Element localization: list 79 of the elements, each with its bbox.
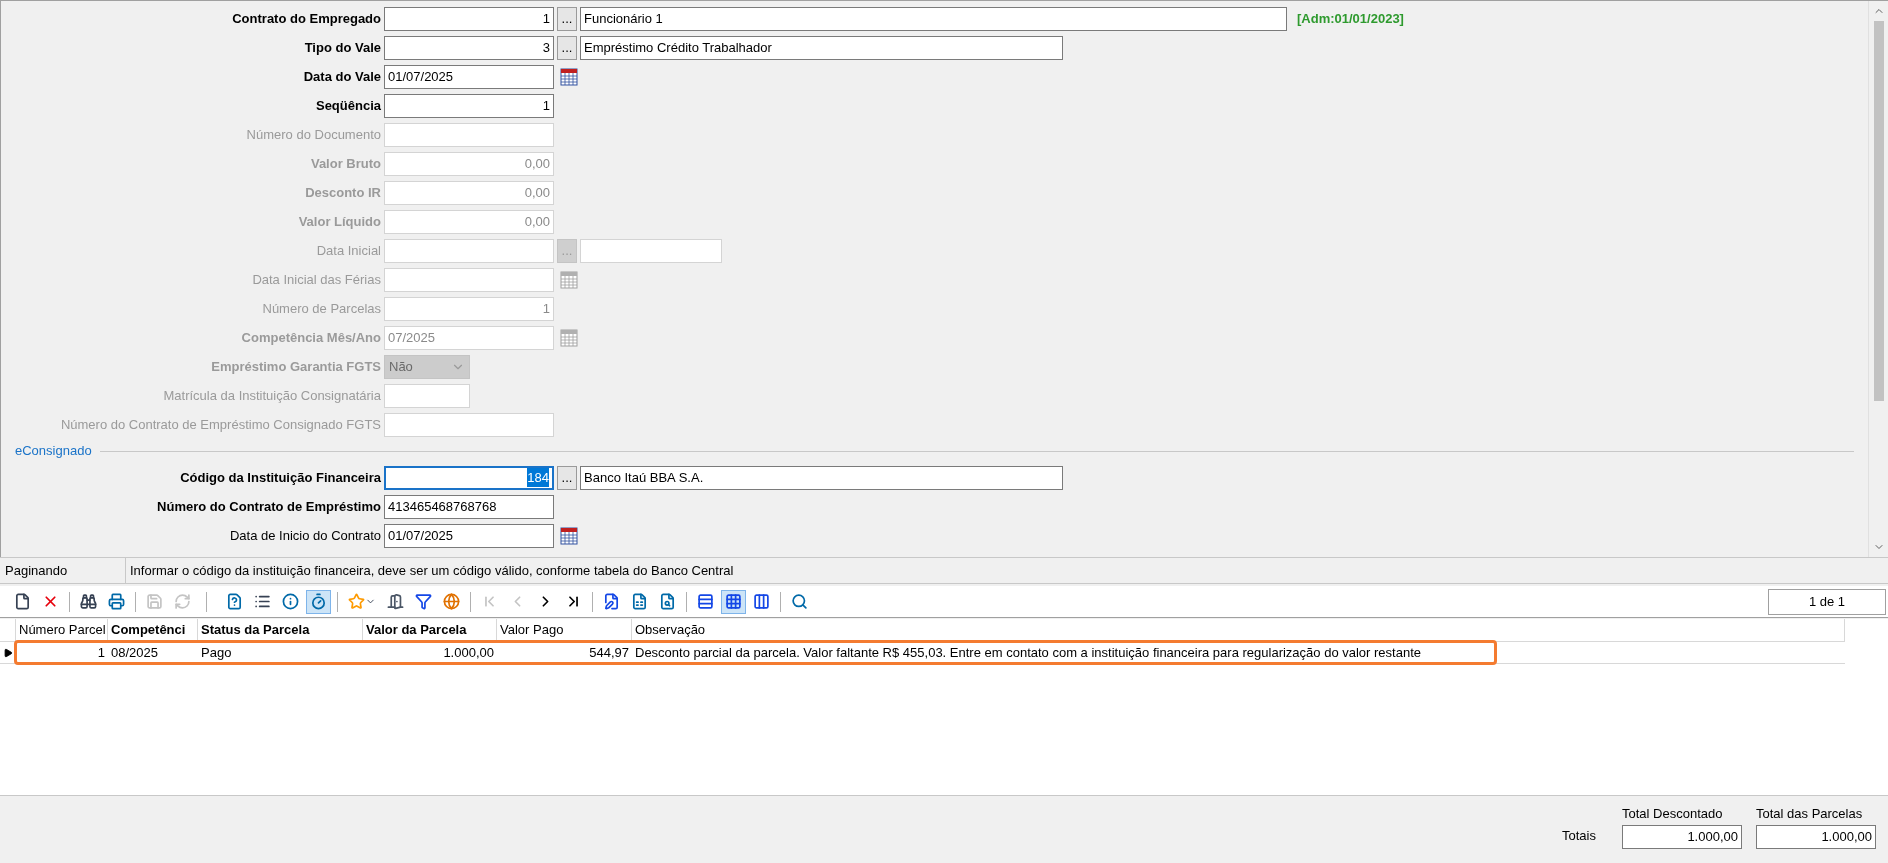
delete-icon [42,593,59,610]
toolbar-button[interactable] [721,589,746,614]
lookup-button[interactable]: ... [557,35,577,60]
table-cell-text: 1.000,00 [442,643,495,662]
calendar-icon[interactable] [560,67,578,86]
input-field[interactable]: 3 [384,35,554,60]
column-header[interactable]: Valor da Parcela [363,619,497,641]
status-mode: Paginando [0,558,126,583]
door-icon [387,593,404,610]
input-field[interactable]: 184 [384,465,554,490]
timer-icon [310,593,327,610]
field-label: Número do Contrato de Empréstimo [156,497,382,516]
column-header[interactable]: Número Parcel [16,619,108,641]
current-row-icon [2,647,13,658]
input-field[interactable]: 01/07/2025 [384,523,554,548]
grid-icon [725,593,742,610]
page-indicator: 1 de 1 [1768,588,1886,615]
field-label: Desconto IR [304,183,382,202]
globe-icon [443,593,460,610]
field-label: Matrícula da Instituição Consignatária [162,386,382,405]
total-field: 1.000,00 [1622,825,1742,849]
field-label: Data do Vale [302,67,382,86]
field-label: Empréstimo Garantia FGTS [210,357,382,376]
input-field[interactable]: 1 [384,6,554,31]
status-hint: Informar o código da instituição financeira, deve ser um código válido, conforme tabela do Banco Central [129,561,734,580]
field-label: Número do Contrato de Empréstimo Consignado FGTS [59,415,382,434]
totals-label: Totais [1562,826,1596,845]
section-title: eConsignado [15,442,92,461]
grid-columns-icon [753,593,770,610]
column-header[interactable]: Status da Parcela [198,619,363,641]
input-field[interactable]: 01/07/2025 [384,64,554,89]
admission-date-note: [Adm:01/01/2023] [1297,9,1404,28]
field-label: Valor Líquido [297,212,382,231]
total-label: Total das Parcelas [1756,804,1864,823]
total-label: Total Descontado [1622,804,1724,823]
printer-icon [108,593,125,610]
field-label: Código da Instituição Financeira [179,468,382,487]
total-field: 1.000,00 [1756,825,1876,849]
table-cell-text: Pago [200,643,233,662]
input-field[interactable]: 1 [384,93,554,118]
report-icon [631,593,648,610]
list-icon [254,593,271,610]
table-cell-text: 544,97 [588,643,630,662]
description-field: Funcionário 1 [580,6,1287,31]
table-row[interactable]: 1 08/2025 Pago 1.000,00 544,97 Desconto parcial da parcela. Valor faltante R$ 455,03. Entre em contato com a instituição financeira para regularização do valor restante [16,642,1495,663]
field-label: Data Inicial das Férias [251,270,382,289]
field-label: Data Inicial [315,241,382,260]
table-cell-text: Desconto parcial da parcela. Valor faltante R$ 455,03. Entre em contato com a instituição financeira para regularização do valor restante [634,643,1422,662]
filter-icon [415,593,432,610]
field-label: Número do Documento [245,125,382,144]
input-field[interactable]: 413465468768768 [384,494,554,519]
new-file-icon [14,593,31,610]
calendar-icon[interactable] [560,526,578,545]
report-search-icon [659,593,676,610]
field-label: Seqüência [314,96,382,115]
grid-rows-icon [697,593,714,610]
help-icon [226,593,243,610]
column-header[interactable]: Observação [632,619,1845,641]
preview-icon [791,593,808,610]
lookup-button[interactable]: ... [557,465,577,490]
description-field: Banco Itaú BBA S.A. [580,465,1063,490]
field-label: Tipo do Vale [303,38,382,57]
field-label: Competência Mês/Ano [240,328,382,347]
field-label: Valor Bruto [309,154,382,173]
column-header[interactable]: Competênci [108,619,198,641]
table-cell-text: 1 [96,643,106,662]
field-label: Contrato do Empregado [231,9,382,28]
lookup-button[interactable]: ... [557,6,577,31]
binoculars-icon [80,593,97,610]
info-icon [282,593,299,610]
save-icon [146,593,163,610]
description-field: Empréstimo Crédito Trabalhador [580,35,1063,60]
edit-icon [603,593,620,610]
field-label: Data de Inicio do Contrato [228,526,382,545]
refresh-icon [174,593,191,610]
star-icon [348,593,365,610]
field-label: Número de Parcelas [261,299,382,318]
table-cell-text: 08/2025 [110,643,159,662]
column-header[interactable]: Valor Pago [497,619,632,641]
